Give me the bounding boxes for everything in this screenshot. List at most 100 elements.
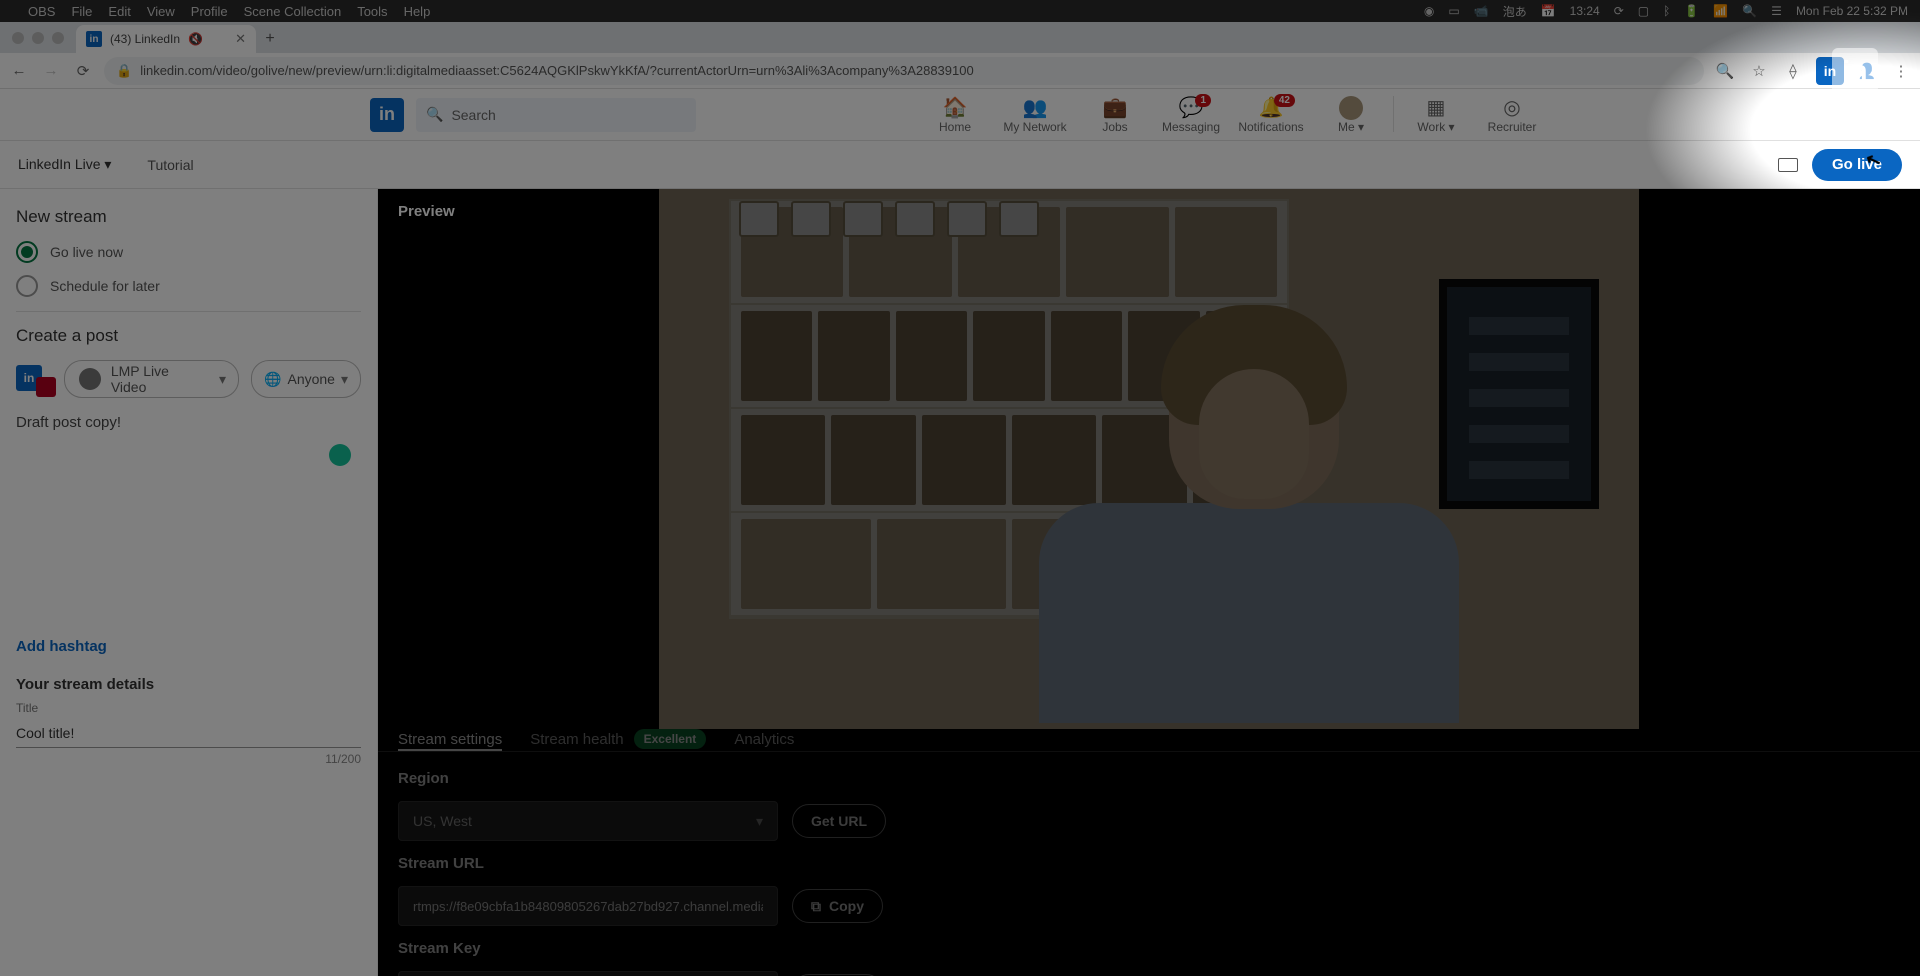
page-avatar-icon: in bbox=[16, 361, 52, 397]
linkedin-watermark-icon: in bbox=[1832, 48, 1878, 94]
linkedin-favicon-icon: in bbox=[86, 31, 102, 47]
grid-icon: ▦ bbox=[1427, 96, 1446, 120]
menu-tools[interactable]: Tools bbox=[357, 4, 387, 19]
divider bbox=[16, 311, 361, 312]
menu-edit[interactable]: Edit bbox=[108, 4, 130, 19]
status-clock[interactable]: Mon Feb 22 5:32 PM bbox=[1796, 4, 1908, 18]
status-display-icon[interactable]: ▢ bbox=[1638, 4, 1649, 18]
create-post-title: Create a post bbox=[16, 326, 361, 346]
radio-go-live-now[interactable]: Go live now bbox=[16, 241, 361, 263]
browser-tab-strip: in (43) LinkedIn 🔇 ✕ + bbox=[0, 22, 1920, 53]
radio-checked-icon bbox=[16, 241, 38, 263]
status-wifi-icon[interactable]: 📶 bbox=[1713, 4, 1728, 18]
page-mini-avatar-icon bbox=[79, 368, 101, 390]
menu-file[interactable]: File bbox=[71, 4, 92, 19]
search-icon: 🔍 bbox=[426, 106, 443, 123]
radio-schedule-later[interactable]: Schedule for later bbox=[16, 275, 361, 297]
region-select[interactable]: US, West bbox=[398, 801, 778, 841]
menu-scene-collection[interactable]: Scene Collection bbox=[244, 4, 342, 19]
nav-jobs[interactable]: 💼Jobs bbox=[1077, 96, 1153, 134]
title-field-label: Title bbox=[16, 701, 361, 715]
app-name[interactable]: OBS bbox=[28, 4, 55, 19]
messaging-badge: 1 bbox=[1195, 94, 1211, 107]
new-tab-button[interactable]: + bbox=[256, 25, 284, 53]
status-calendar-icon[interactable]: 📅 bbox=[1541, 4, 1556, 18]
address-bar[interactable]: 🔒 linkedin.com/video/golive/new/preview/… bbox=[104, 57, 1704, 85]
stream-settings-panel: Region US, West Get URL Stream URL ⧉Copy… bbox=[378, 752, 1920, 976]
health-status-badge: Excellent bbox=[634, 729, 707, 749]
tutorial-link[interactable]: Tutorial bbox=[147, 157, 193, 173]
captions-icon[interactable] bbox=[1778, 158, 1798, 172]
reload-icon[interactable]: ⟳ bbox=[72, 62, 94, 80]
nav-messaging[interactable]: 💬1Messaging bbox=[1153, 96, 1229, 134]
tab-audio-icon[interactable]: 🔇 bbox=[188, 32, 203, 46]
zoom-icon[interactable]: 🔍 bbox=[1714, 62, 1736, 80]
status-lang[interactable]: 泡あ bbox=[1503, 3, 1527, 20]
stream-url-label: Stream URL bbox=[398, 855, 1900, 872]
grammarly-icon[interactable] bbox=[329, 444, 351, 466]
browser-tab[interactable]: in (43) LinkedIn 🔇 ✕ bbox=[76, 25, 256, 53]
nav-network[interactable]: 👥My Network bbox=[993, 96, 1077, 134]
url-text: linkedin.com/video/golive/new/preview/ur… bbox=[140, 63, 974, 78]
status-camera-icon[interactable]: 📹 bbox=[1474, 4, 1489, 18]
status-search-icon[interactable]: 🔍 bbox=[1742, 4, 1757, 18]
notifications-badge: 42 bbox=[1274, 94, 1295, 107]
copy-url-button[interactable]: ⧉Copy bbox=[792, 889, 883, 923]
stream-details-heading: Your stream details bbox=[16, 676, 361, 693]
nav-work[interactable]: ▦Work ▾ bbox=[1398, 96, 1474, 134]
audience-selector[interactable]: Anyone bbox=[251, 360, 361, 398]
go-live-button[interactable]: Go live bbox=[1812, 149, 1902, 181]
copy-icon: ⧉ bbox=[811, 898, 821, 915]
presenter-graphic bbox=[1039, 309, 1469, 729]
linkedin-logo-icon[interactable]: in bbox=[370, 98, 404, 132]
extensions-icon[interactable]: ⟠ bbox=[1782, 62, 1804, 80]
stream-tabs: Stream settings Stream health Excellent … bbox=[378, 729, 1920, 752]
tab-close-icon[interactable]: ✕ bbox=[235, 31, 246, 47]
stream-key-input[interactable] bbox=[398, 971, 778, 976]
tab-stream-settings[interactable]: Stream settings bbox=[398, 729, 502, 751]
post-textarea[interactable]: Draft post copy! bbox=[16, 414, 361, 431]
status-battery-icon[interactable]: 🔋 bbox=[1684, 4, 1699, 18]
status-time-badge[interactable]: 13:24 bbox=[1570, 4, 1600, 18]
me-avatar-icon bbox=[1339, 96, 1363, 120]
menu-dots-icon[interactable]: ⋮ bbox=[1890, 62, 1912, 80]
get-url-button[interactable]: Get URL bbox=[792, 804, 886, 838]
tab-analytics[interactable]: Analytics bbox=[734, 729, 794, 751]
nav-home[interactable]: 🏠Home bbox=[917, 96, 993, 134]
linkedin-search[interactable]: 🔍 Search bbox=[416, 98, 696, 132]
linkedin-navbar: in 🔍 Search 🏠Home 👥My Network 💼Jobs 💬1Me… bbox=[0, 89, 1920, 141]
menu-help[interactable]: Help bbox=[404, 4, 431, 19]
briefcase-icon: 💼 bbox=[1103, 96, 1128, 120]
menu-profile[interactable]: Profile bbox=[191, 4, 228, 19]
page-selector[interactable]: LMP Live Video bbox=[64, 360, 239, 398]
macos-menubar: OBS File Edit View Profile Scene Collect… bbox=[0, 0, 1920, 22]
stream-sidebar: New stream Go live now Schedule for late… bbox=[0, 189, 378, 976]
add-hashtag-link[interactable]: Add hashtag bbox=[16, 638, 107, 655]
new-stream-title: New stream bbox=[16, 207, 361, 227]
back-icon[interactable]: ← bbox=[8, 62, 30, 79]
nav-me[interactable]: Me ▾ bbox=[1313, 96, 1389, 134]
lock-icon: 🔒 bbox=[116, 63, 132, 79]
status-record-icon[interactable]: ◉ bbox=[1424, 4, 1434, 18]
network-icon: 👥 bbox=[1023, 96, 1048, 120]
radio-unchecked-icon bbox=[16, 275, 38, 297]
status-bt-icon[interactable]: ᛒ bbox=[1663, 4, 1670, 18]
status-sync-icon[interactable]: ⟳ bbox=[1614, 4, 1624, 18]
stream-url-input[interactable] bbox=[398, 886, 778, 926]
live-dropdown[interactable]: LinkedIn Live ▾ bbox=[18, 156, 111, 173]
preview-label: Preview bbox=[398, 203, 455, 220]
status-screen-icon[interactable]: ▭ bbox=[1448, 4, 1459, 18]
preview-main: Preview Stream settings bbox=[378, 189, 1920, 976]
menu-view[interactable]: View bbox=[147, 4, 175, 19]
status-control-icon[interactable]: ☰ bbox=[1771, 4, 1782, 18]
nav-recruiter[interactable]: ◎Recruiter bbox=[1474, 96, 1550, 134]
forward-icon[interactable]: → bbox=[40, 62, 62, 79]
home-icon: 🏠 bbox=[943, 96, 968, 120]
tab-stream-health[interactable]: Stream health Excellent bbox=[530, 729, 706, 751]
title-input[interactable] bbox=[16, 719, 361, 748]
bookmark-star-icon[interactable]: ☆ bbox=[1748, 62, 1770, 80]
recruiter-icon: ◎ bbox=[1503, 96, 1520, 120]
picture-frames bbox=[739, 201, 1039, 237]
nav-notifications[interactable]: 🔔42Notifications bbox=[1229, 96, 1313, 134]
window-traffic-lights[interactable] bbox=[0, 22, 76, 53]
